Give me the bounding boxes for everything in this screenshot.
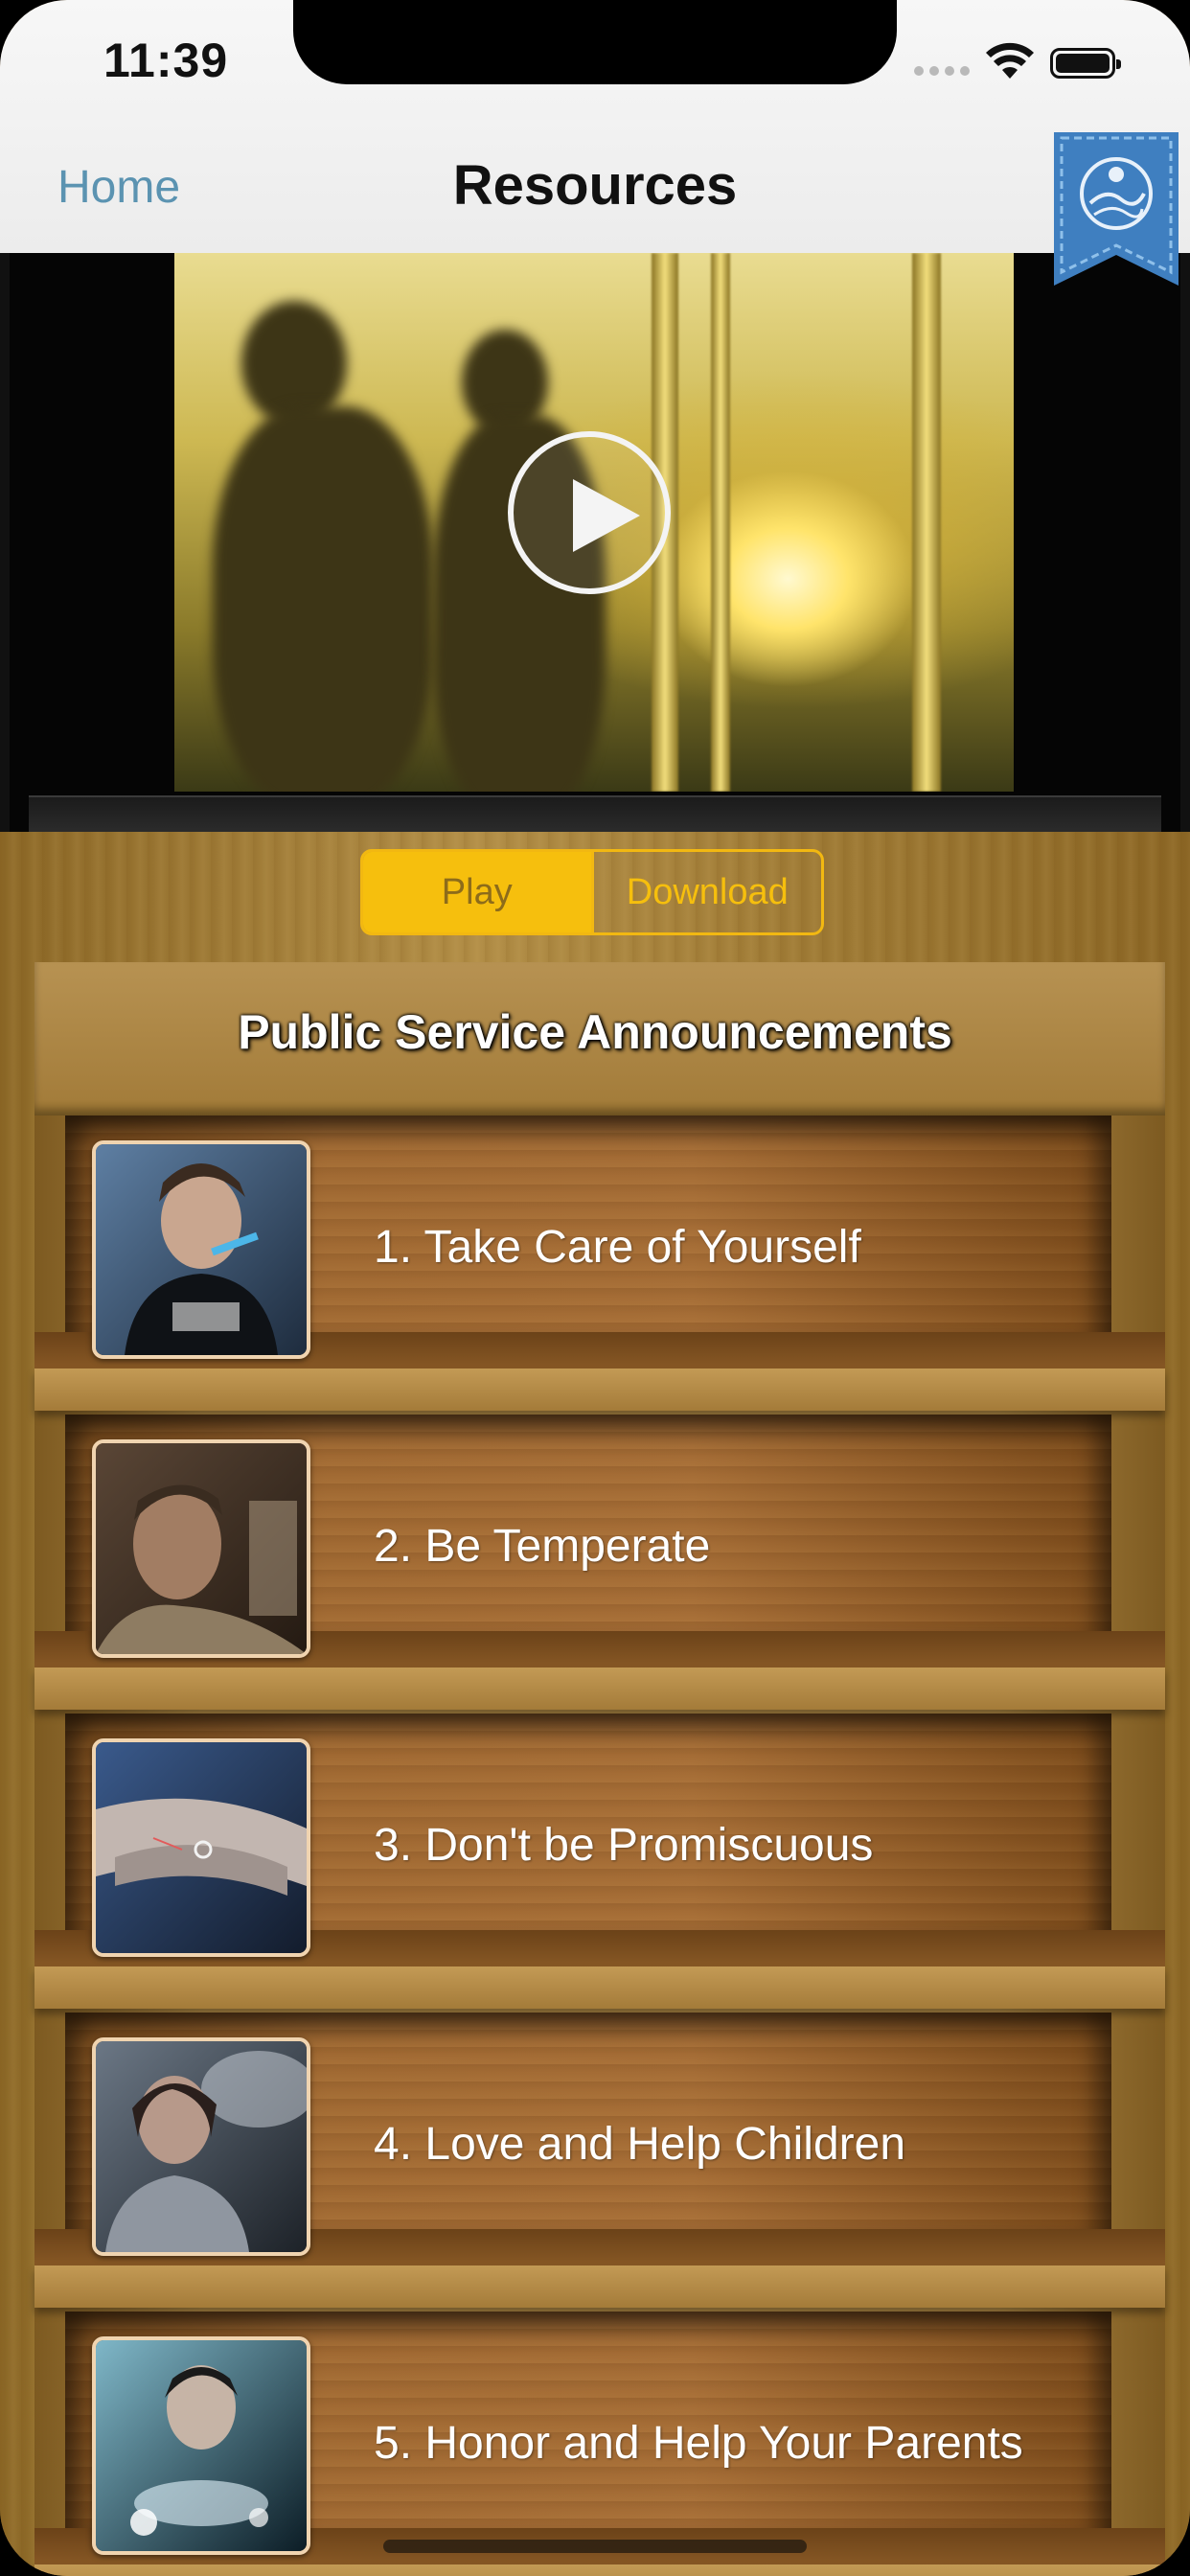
list-item[interactable]: 4. Love and Help Children	[34, 2012, 1165, 2312]
play-download-segmented-control[interactable]: Play Download	[360, 849, 824, 935]
thumbnail-image	[96, 1443, 307, 1654]
psa-list: 1. Take Care of Yourself 2. Be Temperate	[34, 1116, 1165, 2576]
battery-icon	[1050, 48, 1121, 79]
wifi-icon	[986, 42, 1034, 79]
signal-icon	[914, 63, 975, 80]
thumbnail-image	[96, 2041, 307, 2252]
device-notch	[293, 0, 897, 84]
list-item[interactable]: 1. Take Care of Yourself	[34, 1116, 1165, 1414]
list-item[interactable]: 3. Don't be Promiscuous	[34, 1714, 1165, 2012]
chime-pole	[711, 253, 730, 792]
chime-pole	[912, 253, 941, 792]
status-icons	[914, 42, 1144, 80]
shelf-front	[34, 1966, 1165, 2009]
list-item[interactable]: 2. Be Temperate	[34, 1414, 1165, 1714]
segment-download[interactable]: Download	[590, 852, 822, 932]
item-label: 2. Be Temperate	[374, 1521, 711, 1572]
page-title: Resources	[452, 154, 738, 217]
video-thumbnail-3[interactable]	[92, 1738, 310, 1957]
video-player-frame	[0, 253, 1190, 832]
section-title: Public Service Announcements	[238, 1005, 952, 1059]
thumbnail-image	[96, 1144, 307, 1355]
video-thumbnail-5[interactable]	[92, 2336, 310, 2555]
item-label: 3. Don't be Promiscuous	[374, 1820, 874, 1871]
app-screen: 11:39 Home Resources Play Download Publi…	[0, 0, 1190, 2576]
item-label: 1. Take Care of Yourself	[374, 1222, 861, 1273]
item-label: 5. Honor and Help Your Parents	[374, 2418, 1023, 2469]
play-video-button[interactable]	[508, 431, 671, 594]
silhouette-man-body	[213, 406, 433, 792]
video-thumbnail-2[interactable]	[92, 1439, 310, 1658]
navigation-bar: 11:39 Home Resources	[0, 0, 1190, 255]
home-indicator[interactable]	[383, 2540, 807, 2553]
video-thumbnail-4[interactable]	[92, 2037, 310, 2256]
shelf-front	[34, 1668, 1165, 1710]
shelf-front	[34, 1368, 1165, 1411]
segment-play[interactable]: Play	[363, 852, 591, 932]
thumbnail-image	[96, 1742, 307, 1953]
shelf-front	[34, 2564, 1165, 2576]
video-thumbnail-1[interactable]	[92, 1140, 310, 1359]
shelf-front	[34, 2266, 1165, 2308]
bookmark-ribbon-icon[interactable]	[1054, 132, 1179, 286]
video-thumbnail[interactable]	[174, 253, 1014, 792]
thumbnail-image	[96, 2340, 307, 2551]
list-item[interactable]: 5. Honor and Help Your Parents	[34, 2312, 1165, 2576]
status-time: 11:39	[103, 34, 229, 87]
item-label: 4. Love and Help Children	[374, 2119, 906, 2170]
